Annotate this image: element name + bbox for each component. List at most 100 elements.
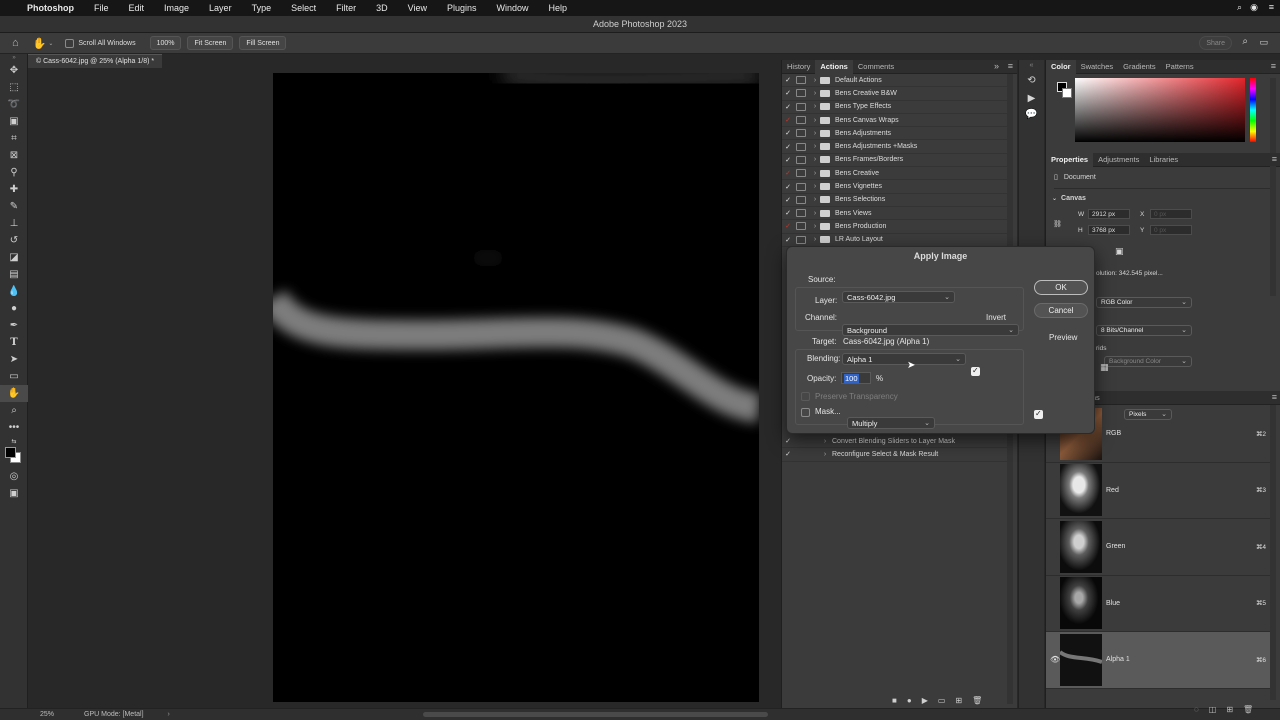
action-set-row[interactable]: ✓ › Bens Frames/Borders bbox=[782, 154, 1008, 168]
action-set-row[interactable]: ✓ › Bens Selections bbox=[782, 194, 1008, 207]
save-selection-icon[interactable]: ◫ bbox=[1209, 705, 1217, 714]
action-set-row[interactable]: ✓ › LR Auto Layout bbox=[782, 234, 1008, 247]
clone-stamp-tool-icon[interactable]: ⊥ bbox=[0, 215, 28, 232]
chevron-right-icon[interactable]: › bbox=[810, 117, 820, 124]
strip-collapse-icon[interactable]: « bbox=[1019, 62, 1044, 69]
action-set-row[interactable]: ✓ › Bens Creative bbox=[782, 167, 1008, 181]
chevron-right-icon[interactable]: › bbox=[820, 438, 830, 445]
swap-colors-icon[interactable]: ⇆ bbox=[0, 436, 28, 446]
trash-icon[interactable]: 🗑 bbox=[972, 696, 982, 705]
menu-layer[interactable]: Layer bbox=[209, 3, 232, 13]
actions-play-icon[interactable]: ▶ bbox=[1019, 93, 1044, 104]
menu-edit[interactable]: Edit bbox=[129, 3, 145, 13]
tab-libraries[interactable]: Libraries bbox=[1144, 153, 1183, 167]
preview-checkbox[interactable] bbox=[1034, 409, 1043, 419]
move-tool-icon[interactable]: ✥ bbox=[0, 62, 28, 79]
chevron-right-icon[interactable]: › bbox=[820, 451, 830, 458]
action-step-row[interactable]: ✓ › Reconfigure Select & Mask Result bbox=[782, 448, 1008, 462]
tab-color[interactable]: Color bbox=[1046, 59, 1076, 74]
chevron-right-icon[interactable]: › bbox=[810, 183, 820, 190]
load-selection-icon[interactable]: ◌ bbox=[1194, 705, 1199, 714]
tab-properties[interactable]: Properties bbox=[1046, 152, 1094, 167]
grid-icon[interactable]: ▦ bbox=[1100, 362, 1109, 373]
toggle-item-check-icon[interactable]: ✓ bbox=[782, 129, 794, 137]
menu-help[interactable]: Help bbox=[549, 3, 568, 13]
brush-tool-icon[interactable]: ✎ bbox=[0, 198, 28, 215]
menu-window[interactable]: Window bbox=[497, 3, 529, 13]
tab-history[interactable]: History bbox=[782, 60, 815, 74]
hue-slider[interactable] bbox=[1250, 78, 1256, 142]
hand-tool-icon[interactable]: ✋ bbox=[33, 37, 47, 50]
action-set-row[interactable]: ✓ › Bens Views bbox=[782, 207, 1008, 221]
blending-select[interactable]: Multiply ⌄ bbox=[847, 417, 935, 429]
type-tool-icon[interactable]: T bbox=[0, 334, 28, 351]
chevron-right-icon[interactable]: › bbox=[810, 77, 820, 84]
document-canvas[interactable] bbox=[273, 73, 759, 702]
action-step-row[interactable]: ✓ › Convert Blending Sliders to Layer Mask bbox=[782, 435, 1008, 449]
chevron-right-icon[interactable]: › bbox=[810, 103, 820, 110]
dodge-tool-icon[interactable]: ● bbox=[0, 300, 28, 317]
layer-select[interactable]: Background ⌄ bbox=[842, 324, 1019, 336]
action-set-row[interactable]: ✓ › Bens Vignettes bbox=[782, 180, 1008, 194]
crop-tool-icon[interactable]: ⌗ bbox=[0, 130, 28, 147]
toggle-item-check-icon[interactable]: ✓ bbox=[782, 116, 794, 124]
eraser-tool-icon[interactable]: ◪ bbox=[0, 249, 28, 266]
foreground-color-swatch[interactable] bbox=[5, 447, 16, 458]
channel-row-red[interactable]: Red ⌘3 bbox=[1046, 463, 1272, 519]
menu-filter[interactable]: Filter bbox=[336, 3, 356, 13]
trash-icon[interactable]: 🗑 bbox=[1243, 705, 1253, 714]
panel-collapse-icon[interactable]: » bbox=[994, 61, 999, 71]
orientation-icon[interactable]: ▣ bbox=[1115, 246, 1124, 257]
chevron-right-icon[interactable]: › bbox=[810, 130, 820, 137]
stop-icon[interactable]: ■ bbox=[892, 696, 897, 705]
shape-tool-icon[interactable]: ▭ bbox=[0, 368, 28, 385]
menu-type[interactable]: Type bbox=[252, 3, 272, 13]
tab-actions[interactable]: Actions bbox=[815, 59, 853, 74]
action-set-row[interactable]: ✓ › Bens Adjustments +Masks bbox=[782, 140, 1008, 154]
action-set-row[interactable]: ✓ › Bens Canvas Wraps bbox=[782, 114, 1008, 128]
new-set-icon[interactable]: ▭ bbox=[938, 696, 946, 705]
mode-select[interactable]: RGB Color ⌄ bbox=[1096, 297, 1192, 308]
ok-button[interactable]: OK bbox=[1034, 280, 1088, 295]
action-set-row[interactable]: ✓ › Bens Adjustments bbox=[782, 127, 1008, 141]
tab-adjustments[interactable]: Adjustments bbox=[1093, 153, 1144, 167]
home-icon[interactable]: ⌂ bbox=[12, 37, 19, 49]
channel-row-blue[interactable]: Blue ⌘5 bbox=[1046, 576, 1272, 632]
tool-preset-chevron-icon[interactable]: ⌄ bbox=[48, 40, 53, 47]
channels-scrollbar[interactable] bbox=[1270, 405, 1276, 700]
toggle-item-check-icon[interactable]: ✓ bbox=[782, 236, 794, 244]
comments-icon[interactable]: 💬 bbox=[1019, 109, 1044, 120]
x-field[interactable]: 0 px bbox=[1150, 209, 1192, 219]
chevron-right-icon[interactable]: › bbox=[810, 223, 820, 230]
share-button[interactable]: Share bbox=[1199, 36, 1232, 50]
color-panel-menu-icon[interactable]: ≡ bbox=[1271, 61, 1276, 71]
scroll-all-windows-checkbox[interactable] bbox=[65, 38, 75, 48]
app-menu[interactable]: Photoshop bbox=[27, 3, 74, 13]
toggle-item-check-icon[interactable]: ✓ bbox=[782, 222, 794, 230]
toggle-dialog-icon[interactable] bbox=[796, 76, 806, 85]
toggle-dialog-icon[interactable] bbox=[796, 222, 806, 231]
menu-select[interactable]: Select bbox=[291, 3, 316, 13]
workspace-icon[interactable]: ▭ bbox=[1259, 37, 1268, 48]
toggle-item-check-icon[interactable]: ✓ bbox=[782, 209, 794, 217]
search-icon[interactable]: ⌕ bbox=[1242, 36, 1248, 47]
toggle-dialog-icon[interactable] bbox=[796, 129, 806, 138]
eye-icon[interactable]: 👁 bbox=[1050, 655, 1060, 664]
control-center-icon[interactable]: ≡ bbox=[1269, 2, 1274, 12]
path-selection-tool-icon[interactable]: ➤ bbox=[0, 351, 28, 368]
color-field[interactable] bbox=[1075, 78, 1245, 142]
chevron-right-icon[interactable]: › bbox=[810, 170, 820, 177]
menu-file[interactable]: File bbox=[94, 3, 109, 13]
mask-checkbox[interactable] bbox=[801, 408, 810, 417]
menu-3d[interactable]: 3D bbox=[376, 3, 388, 13]
tab-comments[interactable]: Comments bbox=[853, 60, 899, 74]
properties-menu-icon[interactable]: ≡ bbox=[1272, 154, 1277, 164]
chevron-right-icon[interactable]: › bbox=[810, 196, 820, 203]
eyedropper-tool-icon[interactable]: ⚲ bbox=[0, 164, 28, 181]
lasso-tool-icon[interactable]: ➰ bbox=[0, 96, 28, 113]
record-icon[interactable]: ● bbox=[907, 696, 912, 705]
pen-tool-icon[interactable]: ✒ bbox=[0, 317, 28, 334]
toggle-dialog-icon[interactable] bbox=[796, 209, 806, 218]
fit-screen-button[interactable]: Fit Screen bbox=[187, 36, 234, 50]
zoom-100-button[interactable]: 100% bbox=[149, 36, 182, 50]
